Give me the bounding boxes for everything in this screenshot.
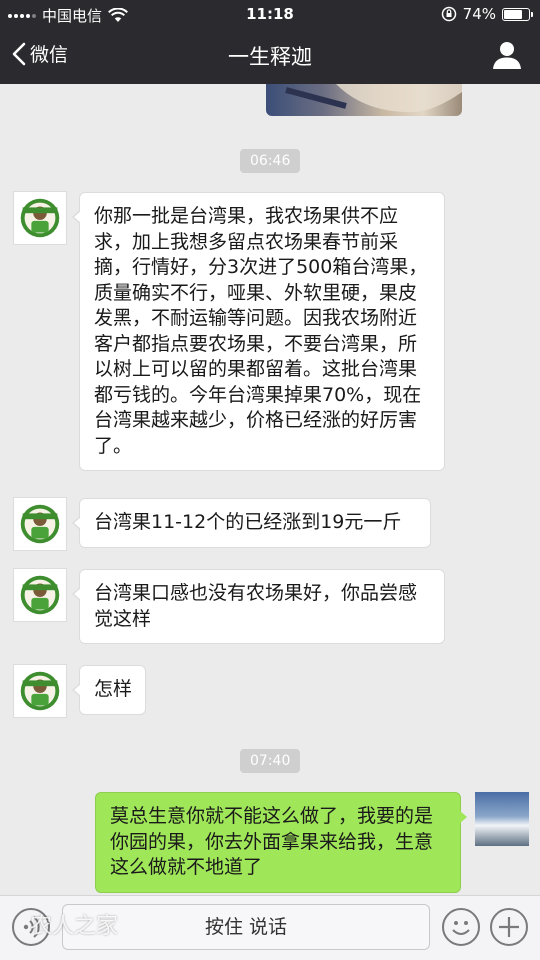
chat-area[interactable]: 06:46 你那一批是台湾果，我农场果供不应求，加上我想多留点农场果春节前采摘，… <box>0 84 540 895</box>
status-right: 74% <box>441 5 533 23</box>
contact-avatar[interactable] <box>13 191 67 245</box>
battery-icon <box>502 7 533 21</box>
image-message-thumbnail[interactable] <box>266 84 462 116</box>
contact-avatar[interactable] <box>13 568 67 622</box>
voice-icon[interactable] <box>12 908 50 946</box>
timestamp-chip: 06:46 <box>240 149 301 173</box>
message-bubble[interactable]: 台湾果11-12个的已经涨到19元一斤 <box>72 498 431 548</box>
plus-icon[interactable] <box>490 908 528 946</box>
contact-avatar[interactable] <box>13 497 67 551</box>
my-avatar[interactable] <box>475 792 529 846</box>
profile-icon[interactable] <box>492 40 522 70</box>
rotation-lock-icon <box>441 6 456 22</box>
message-bubble[interactable]: 你那一批是台湾果，我农场果供不应求，加上我想多留点农场果春节前采摘，行情好，分3… <box>72 192 445 471</box>
message-bubble[interactable]: 怎样 <box>71 665 147 715</box>
my-message-bubble[interactable]: 莫总生意你就不能这么做了，我要的是你园的果，你去外面拿果来给我，生意这么做就不地… <box>95 792 467 893</box>
message-bubble[interactable]: 台湾果口感也没有农场果好，你品尝感觉这样 <box>72 569 445 644</box>
battery-percent: 74% <box>462 5 496 23</box>
emoji-icon[interactable] <box>442 908 480 946</box>
input-bar: 按住 说话 农人之家 <box>0 895 540 960</box>
hold-to-talk-button[interactable]: 按住 说话 <box>62 904 430 950</box>
chat-title: 一生释迦 <box>228 45 312 69</box>
nav-bar: 微信 一生释迦 <box>0 28 540 84</box>
timestamp-chip: 07:40 <box>240 749 301 773</box>
contact-avatar[interactable] <box>13 664 67 718</box>
status-bar: 中国电信 11:18 74% <box>0 0 540 28</box>
